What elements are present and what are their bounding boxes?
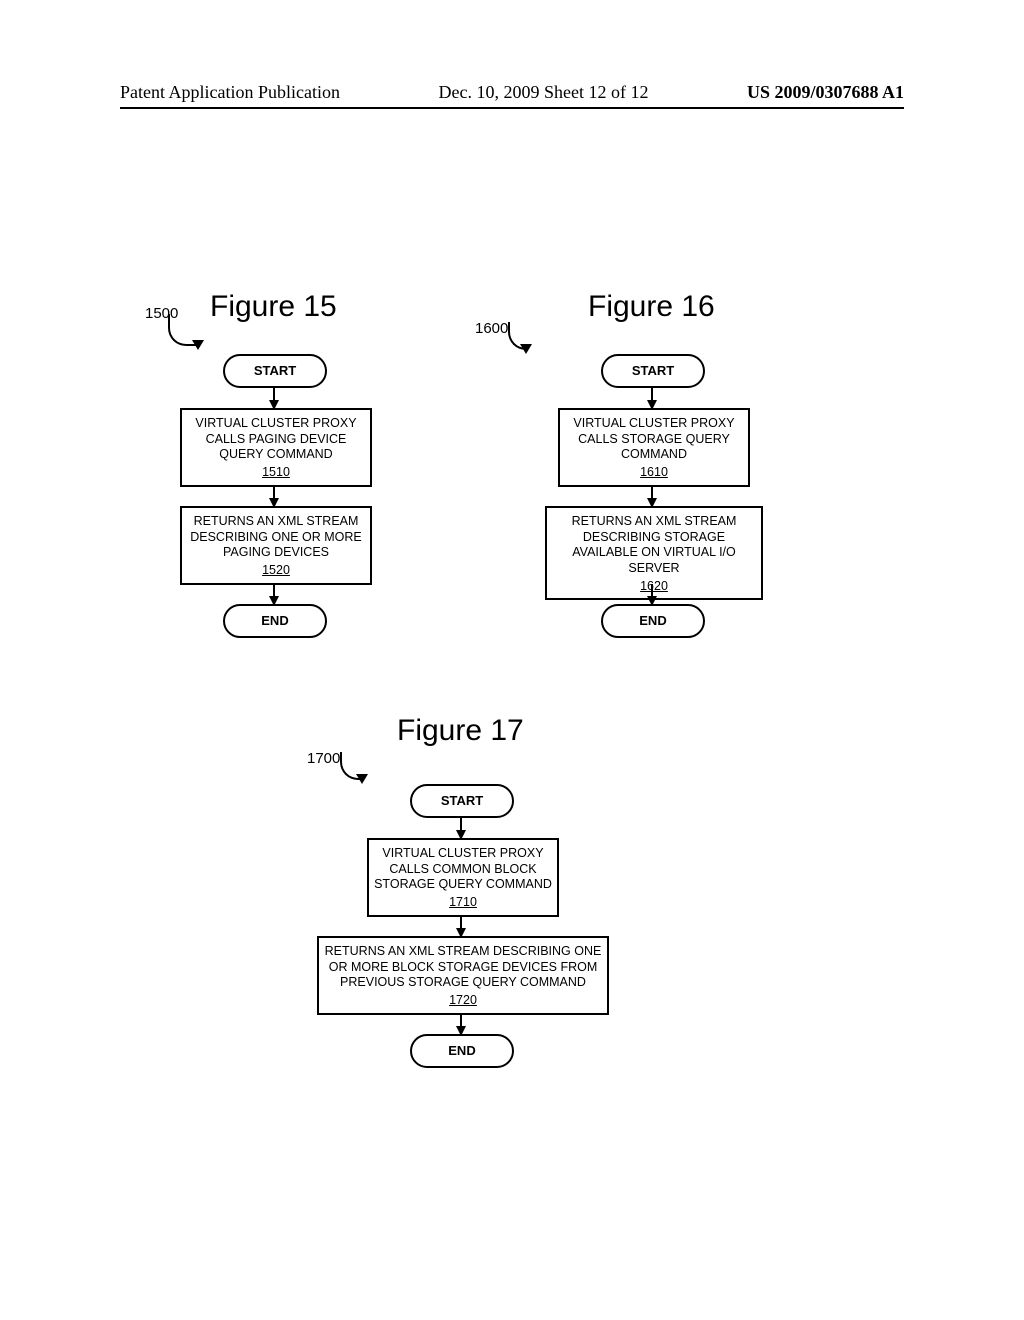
header-left: Patent Application Publication	[120, 82, 340, 103]
fig15-arrow-2	[273, 486, 275, 508]
fig16-step1: VIRTUAL CLUSTER PROXY CALLS STORAGE QUER…	[558, 408, 750, 487]
fig16-arrow-1	[651, 388, 653, 410]
header-mid: Dec. 10, 2009 Sheet 12 of 12	[438, 82, 648, 103]
fig16-end: END	[601, 604, 705, 638]
fig17-step1-text: VIRTUAL CLUSTER PROXY CALLS COMMON BLOCK…	[374, 846, 552, 891]
page-header: Patent Application Publication Dec. 10, …	[120, 82, 904, 109]
fig16-start: START	[601, 354, 705, 388]
fig15-ref-arrow	[192, 340, 204, 350]
fig15-end: END	[223, 604, 327, 638]
fig17-title: Figure 17	[397, 714, 524, 748]
fig16-arrow-3	[651, 584, 653, 606]
fig16-arrow-2	[651, 486, 653, 508]
fig16-step2: RETURNS AN XML STREAM DESCRIBING STORAGE…	[545, 506, 763, 600]
fig17-step2-num: 1720	[323, 993, 603, 1009]
fig16-title: Figure 16	[588, 290, 715, 324]
fig16-ref: 1600	[475, 320, 508, 337]
fig15-arrow-3	[273, 584, 275, 606]
fig15-title: Figure 15	[210, 290, 337, 324]
fig17-ref-arrow	[356, 774, 368, 784]
fig17-arrow-2	[460, 916, 462, 938]
fig15-step1: VIRTUAL CLUSTER PROXY CALLS PAGING DEVIC…	[180, 408, 372, 487]
fig16-ref-arrow	[520, 344, 532, 354]
fig17-arrow-3	[460, 1014, 462, 1036]
fig17-arrow-1	[460, 818, 462, 840]
header-right: US 2009/0307688 A1	[747, 82, 904, 103]
fig17-step2: RETURNS AN XML STREAM DESCRIBING ONE OR …	[317, 936, 609, 1015]
fig16-step1-text: VIRTUAL CLUSTER PROXY CALLS STORAGE QUER…	[573, 416, 734, 461]
fig15-start: START	[223, 354, 327, 388]
fig15-arrow-1	[273, 388, 275, 410]
fig17-step1: VIRTUAL CLUSTER PROXY CALLS COMMON BLOCK…	[367, 838, 559, 917]
fig16-step2-num: 1620	[551, 579, 757, 595]
fig15-step2-num: 1520	[186, 563, 366, 579]
fig17-end: END	[410, 1034, 514, 1068]
fig17-step2-text: RETURNS AN XML STREAM DESCRIBING ONE OR …	[325, 944, 602, 989]
fig17-start: START	[410, 784, 514, 818]
fig17-step1-num: 1710	[373, 895, 553, 911]
fig15-step2: RETURNS AN XML STREAM DESCRIBING ONE OR …	[180, 506, 372, 585]
fig16-step2-text: RETURNS AN XML STREAM DESCRIBING STORAGE…	[572, 514, 737, 575]
fig15-step1-text: VIRTUAL CLUSTER PROXY CALLS PAGING DEVIC…	[195, 416, 356, 461]
fig15-step2-text: RETURNS AN XML STREAM DESCRIBING ONE OR …	[190, 514, 362, 559]
fig16-step1-num: 1610	[564, 465, 744, 481]
fig15-step1-num: 1510	[186, 465, 366, 481]
fig17-ref: 1700	[307, 750, 340, 767]
